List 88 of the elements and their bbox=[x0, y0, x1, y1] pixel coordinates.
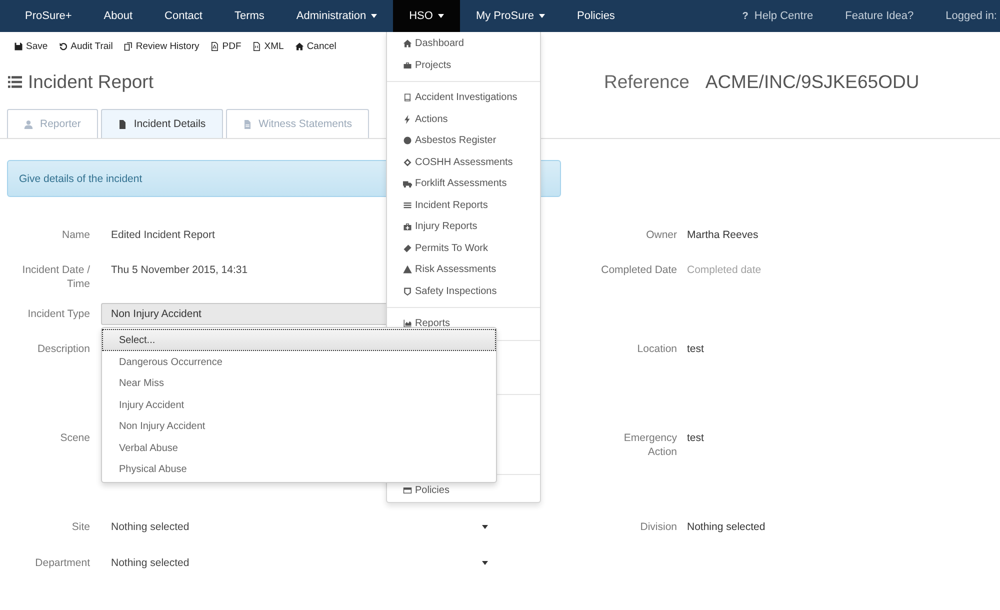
field-label: Department bbox=[34, 556, 90, 571]
field-label: Completed Date bbox=[600, 263, 677, 278]
option-item[interactable]: Select... bbox=[102, 329, 496, 350]
list-icon bbox=[403, 200, 412, 210]
list-icon bbox=[8, 75, 22, 89]
review-history-button[interactable]: Review History bbox=[124, 40, 200, 52]
nav-link[interactable]: About bbox=[88, 0, 149, 32]
field-label: Division bbox=[639, 520, 677, 535]
menu-item[interactable]: Risk Assessments bbox=[387, 259, 540, 280]
menu-item[interactable]: Safety Inspections bbox=[387, 280, 540, 302]
field-label: Location bbox=[636, 342, 677, 357]
home-icon bbox=[294, 42, 304, 50]
copy-icon bbox=[124, 42, 133, 50]
nav-link[interactable]: Terms bbox=[218, 0, 280, 32]
dropdown-value[interactable]: Nothing selected bbox=[111, 520, 190, 534]
field-label: Scene bbox=[59, 431, 90, 446]
menu-item[interactable]: Incident Reports bbox=[387, 194, 540, 216]
home-icon bbox=[403, 39, 412, 48]
user-icon bbox=[24, 120, 33, 128]
menu-item[interactable]: Accident Investigations bbox=[387, 87, 540, 108]
nav-link[interactable]: Logged in: bbox=[930, 0, 1000, 32]
option-item[interactable]: Verbal Abuse bbox=[102, 436, 496, 458]
file-icon bbox=[210, 42, 220, 50]
menu-item[interactable]: Projects bbox=[387, 54, 540, 76]
audit-trail-button[interactable]: Audit Trail bbox=[58, 40, 113, 52]
field-label: Description bbox=[36, 342, 90, 357]
menu-item[interactable]: Forklift Assessments bbox=[387, 173, 540, 194]
xml-button[interactable]: XML bbox=[252, 40, 284, 52]
nav-link[interactable]: Administration bbox=[280, 0, 394, 32]
field-label: Owner bbox=[645, 228, 677, 243]
medkit-icon bbox=[403, 222, 412, 232]
circle-icon bbox=[403, 136, 412, 146]
field-label: Incident Type bbox=[26, 307, 90, 322]
document-icon bbox=[403, 93, 412, 102]
cancel-button[interactable]: Cancel bbox=[294, 40, 336, 52]
nav-link[interactable]: Contact bbox=[148, 0, 218, 32]
reference-value: ACME/INC/9SJKE65ODU bbox=[705, 71, 920, 93]
menu-item[interactable]: Injury Reports bbox=[387, 216, 540, 238]
file-icon bbox=[252, 42, 262, 50]
option-item[interactable]: Dangerous Occurrence bbox=[102, 350, 496, 372]
option-item[interactable]: Physical Abuse bbox=[102, 458, 496, 480]
field-value: test bbox=[687, 342, 704, 356]
save-button[interactable]: Save bbox=[14, 40, 48, 52]
field-value: Thu 5 November 2015, 14:31 bbox=[111, 263, 248, 277]
bolt-icon bbox=[403, 114, 412, 124]
card-icon bbox=[403, 486, 412, 495]
nav-link[interactable]: My ProSure bbox=[460, 0, 562, 32]
dropdown-value[interactable]: Nothing selected bbox=[111, 556, 190, 570]
help-icon: ? bbox=[742, 10, 748, 22]
field-value: Edited Incident Report bbox=[111, 228, 215, 242]
field-value: test bbox=[687, 431, 704, 445]
option-item[interactable]: Injury Accident bbox=[102, 394, 496, 415]
tag-icon bbox=[403, 244, 412, 253]
menu-item[interactable]: Asbestos Register bbox=[387, 130, 540, 152]
menu-item[interactable]: Actions bbox=[387, 108, 540, 130]
briefcase-icon bbox=[403, 60, 412, 70]
caret-icon bbox=[482, 561, 488, 565]
menu-item[interactable]: Dashboard bbox=[387, 33, 540, 54]
field-label: Name bbox=[60, 228, 90, 243]
tab[interactable]: Incident Details bbox=[100, 109, 223, 138]
shield-icon bbox=[403, 286, 412, 296]
caret-icon bbox=[482, 525, 488, 529]
nav-link[interactable]: HSO bbox=[393, 0, 460, 32]
reference-label: Reference bbox=[604, 71, 690, 93]
field-label: Emergency Action bbox=[622, 431, 677, 460]
option-item[interactable]: Near Miss bbox=[102, 372, 496, 394]
field-value: Nothing selected bbox=[687, 520, 766, 534]
document-icon bbox=[242, 120, 252, 128]
option-item[interactable]: Non Injury Accident bbox=[102, 415, 496, 436]
menu-item[interactable]: Permits To Work bbox=[387, 238, 540, 259]
field-label: Incident Date / Time bbox=[21, 263, 90, 292]
field-label: Site bbox=[70, 520, 90, 535]
diamond-icon bbox=[403, 158, 412, 167]
completed-date-field[interactable]: Completed date bbox=[687, 263, 837, 277]
save-icon bbox=[14, 42, 23, 50]
field-value: Martha Reeves bbox=[687, 228, 758, 242]
nav-link[interactable]: Feature Idea? bbox=[829, 0, 930, 32]
menu-item[interactable]: Policies bbox=[387, 480, 540, 501]
history-icon bbox=[58, 42, 68, 50]
nav-link[interactable]: Help Centre bbox=[754, 10, 814, 22]
chart-icon bbox=[403, 319, 412, 328]
nav-link[interactable]: Policies bbox=[561, 0, 631, 32]
warning-icon bbox=[403, 265, 412, 274]
nav-link[interactable]: ProSure+ bbox=[9, 0, 88, 32]
truck-icon bbox=[403, 179, 412, 188]
pdf-button[interactable]: PDF bbox=[210, 40, 242, 52]
page-title: Incident Report bbox=[28, 71, 154, 93]
file-icon bbox=[118, 120, 127, 128]
